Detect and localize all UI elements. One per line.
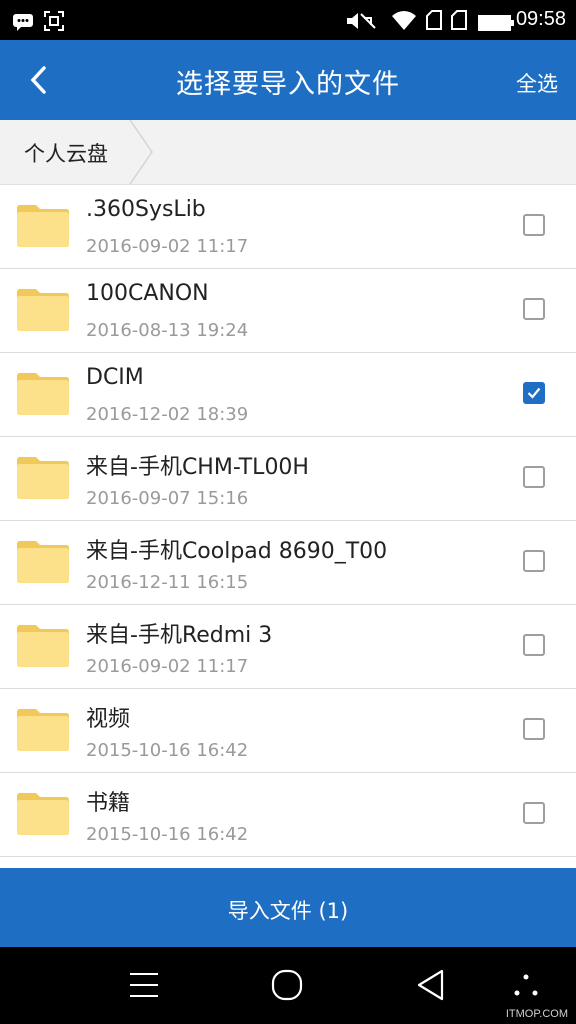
breadcrumb-label: 个人云盘 <box>24 142 108 166</box>
file-name: .360SysLib <box>86 197 206 222</box>
file-row[interactable]: 来自-手机CHM-TL00H 2016-09-07 15:16 <box>0 437 576 521</box>
file-checkbox[interactable] <box>523 802 545 824</box>
file-row[interactable]: DCIM 2016-12-02 18:39 <box>0 353 576 437</box>
file-list: .360SysLib 2016-09-02 11:17 100CANON 2016-0… <box>0 185 576 857</box>
chevron-right-icon <box>129 120 153 184</box>
folder-icon <box>16 792 70 840</box>
import-button[interactable]: 导入文件 (1) <box>0 868 576 947</box>
checkmark-icon <box>527 387 541 399</box>
home-icon[interactable] <box>271 969 303 1005</box>
file-row[interactable]: 视频 2015-10-16 16:42 <box>0 689 576 773</box>
app-bar: 选择要导入的文件 全选 <box>0 40 576 120</box>
file-checkbox[interactable] <box>523 634 545 656</box>
menu-icon[interactable] <box>128 971 160 1003</box>
folder-icon <box>16 204 70 252</box>
folder-icon <box>16 456 70 504</box>
file-name: 来自-手机CHM-TL00H <box>86 455 309 480</box>
battery-icon <box>478 12 514 36</box>
file-checkbox[interactable] <box>523 466 545 488</box>
breadcrumb: 个人云盘 <box>0 120 576 185</box>
message-icon <box>12 12 34 36</box>
file-row[interactable]: 书籍 2015-10-16 16:42 <box>0 773 576 857</box>
folder-icon <box>16 288 70 336</box>
file-checkbox[interactable] <box>523 550 545 572</box>
navigation-bar: ITMOP.COM <box>0 947 576 1024</box>
file-name: 视频 <box>86 707 131 732</box>
more-icon[interactable] <box>512 973 540 1001</box>
file-date: 2016-09-07 15:16 <box>86 488 249 509</box>
sim1-icon <box>426 10 442 35</box>
file-row[interactable]: 来自-手机Coolpad 8690_T00 2016-12-11 16:15 <box>0 521 576 605</box>
select-all-button[interactable]: 全选 <box>516 68 558 98</box>
file-name: 书籍 <box>86 791 131 816</box>
status-bar: 09:58 <box>0 0 576 40</box>
file-checkbox[interactable] <box>523 298 545 320</box>
clock: 09:58 <box>515 8 566 30</box>
file-date: 2016-12-11 16:15 <box>86 572 249 593</box>
file-date: 2015-10-16 16:42 <box>86 740 249 761</box>
file-name: DCIM <box>86 365 144 390</box>
file-checkbox[interactable] <box>523 382 545 404</box>
file-date: 2016-12-02 18:39 <box>86 404 249 425</box>
file-date: 2016-09-02 11:17 <box>86 236 249 257</box>
page-title: 选择要导入的文件 <box>176 69 400 100</box>
file-row[interactable]: .360SysLib 2016-09-02 11:17 <box>0 185 576 269</box>
file-name: 来自-手机Redmi 3 <box>86 623 273 648</box>
file-row[interactable]: 来自-手机Redmi 3 2016-09-02 11:17 <box>0 605 576 689</box>
file-name: 100CANON <box>86 281 209 306</box>
mute-icon <box>345 10 377 37</box>
folder-icon <box>16 624 70 672</box>
folder-icon <box>16 540 70 588</box>
file-date: 2016-09-02 11:17 <box>86 656 249 677</box>
back-icon[interactable] <box>416 969 446 1005</box>
watermark: ITMOP.COM <box>505 1008 568 1020</box>
file-date: 2016-08-13 19:24 <box>86 320 249 341</box>
screenshot-icon <box>44 11 64 36</box>
wifi-icon <box>392 10 416 35</box>
file-row[interactable]: 100CANON 2016-08-13 19:24 <box>0 269 576 353</box>
file-checkbox[interactable] <box>523 718 545 740</box>
sim2-icon <box>451 10 467 35</box>
file-name: 来自-手机Coolpad 8690_T00 <box>86 539 388 564</box>
folder-icon <box>16 708 70 756</box>
folder-icon <box>16 372 70 420</box>
file-checkbox[interactable] <box>523 214 545 236</box>
breadcrumb-item-personal-cloud[interactable]: 个人云盘 <box>0 120 155 184</box>
file-date: 2015-10-16 16:42 <box>86 824 249 845</box>
import-button-label: 导入文件 (1) <box>227 899 349 923</box>
